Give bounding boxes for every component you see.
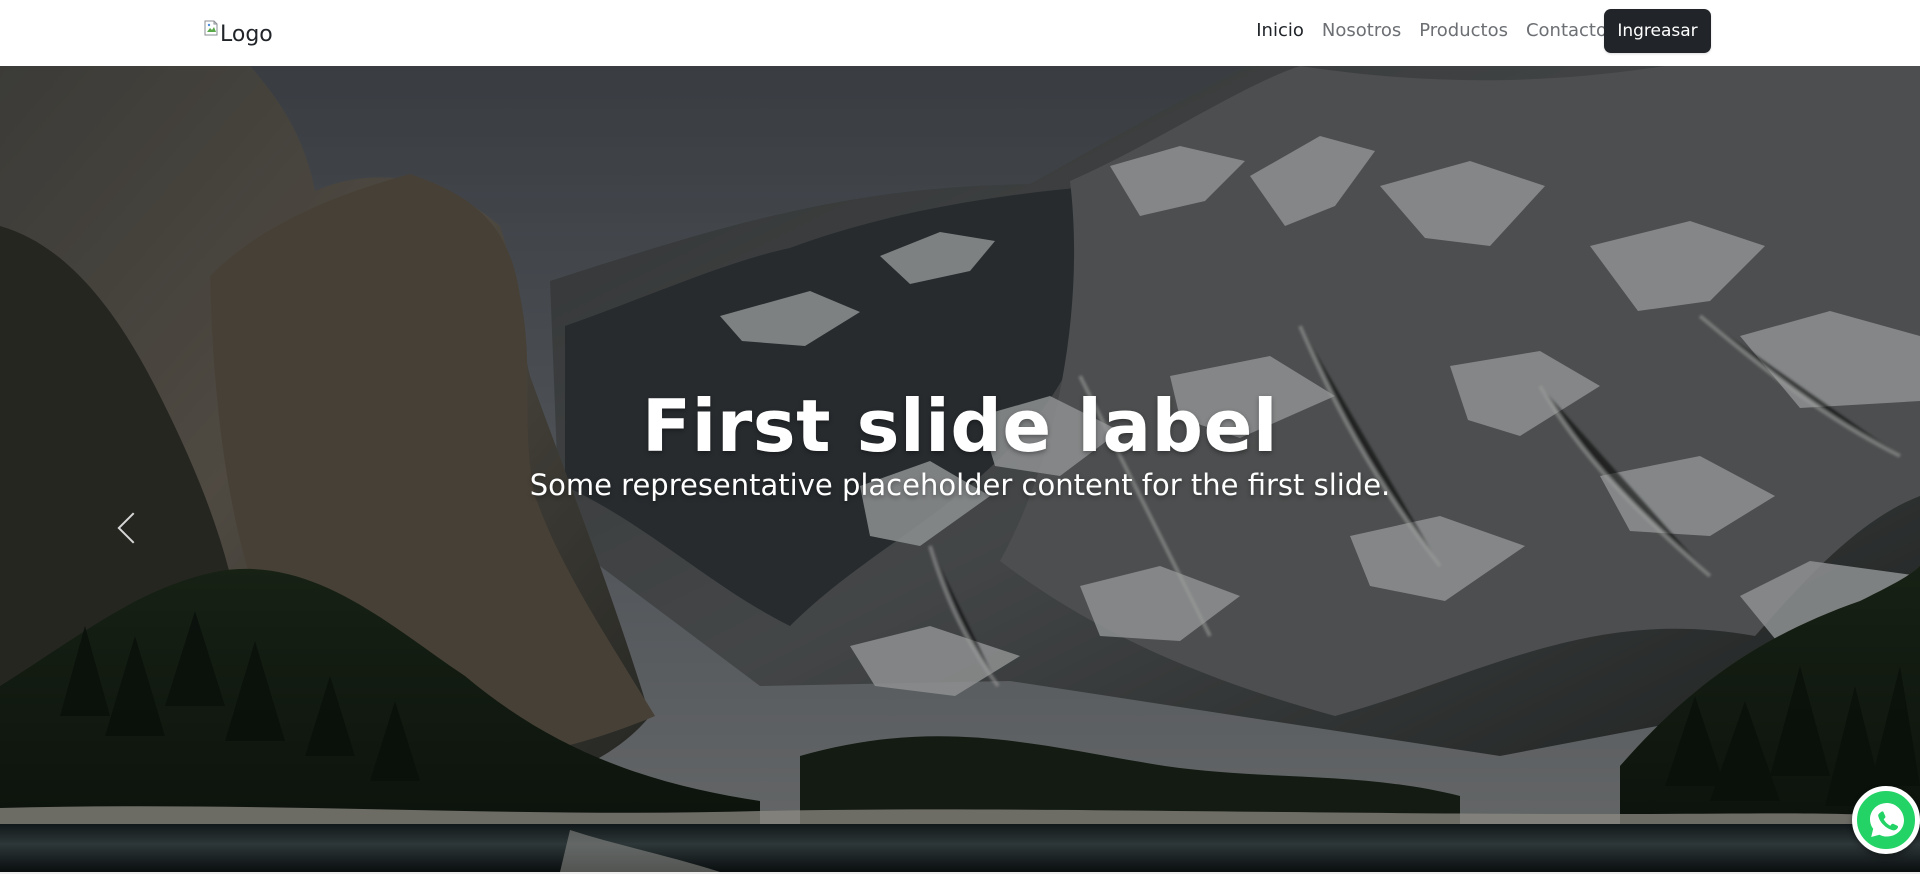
main-navigation: Inicio Nosotros Productos Contacto (1256, 20, 1607, 41)
nav-item-contacto[interactable]: Contacto (1526, 20, 1607, 41)
nav-item-inicio[interactable]: Inicio (1256, 20, 1304, 41)
whatsapp-button[interactable] (1852, 786, 1920, 854)
navigation-bar: Logo Inicio Nosotros Productos Contacto … (0, 0, 1920, 66)
broken-image-icon (204, 20, 218, 36)
logo-alt-text: Logo (220, 21, 273, 47)
nav-item-productos[interactable]: Productos (1419, 20, 1508, 41)
login-button[interactable]: Ingreasar (1604, 9, 1711, 53)
logo-image-placeholder[interactable]: Logo (204, 17, 273, 51)
carousel-previous-button[interactable] (110, 504, 146, 562)
whatsapp-icon (1870, 803, 1904, 837)
mountain-lake-background-image (0, 66, 1920, 874)
nav-item-nosotros[interactable]: Nosotros (1322, 20, 1401, 41)
hero-carousel: First slide label Some representative pl… (0, 66, 1920, 874)
